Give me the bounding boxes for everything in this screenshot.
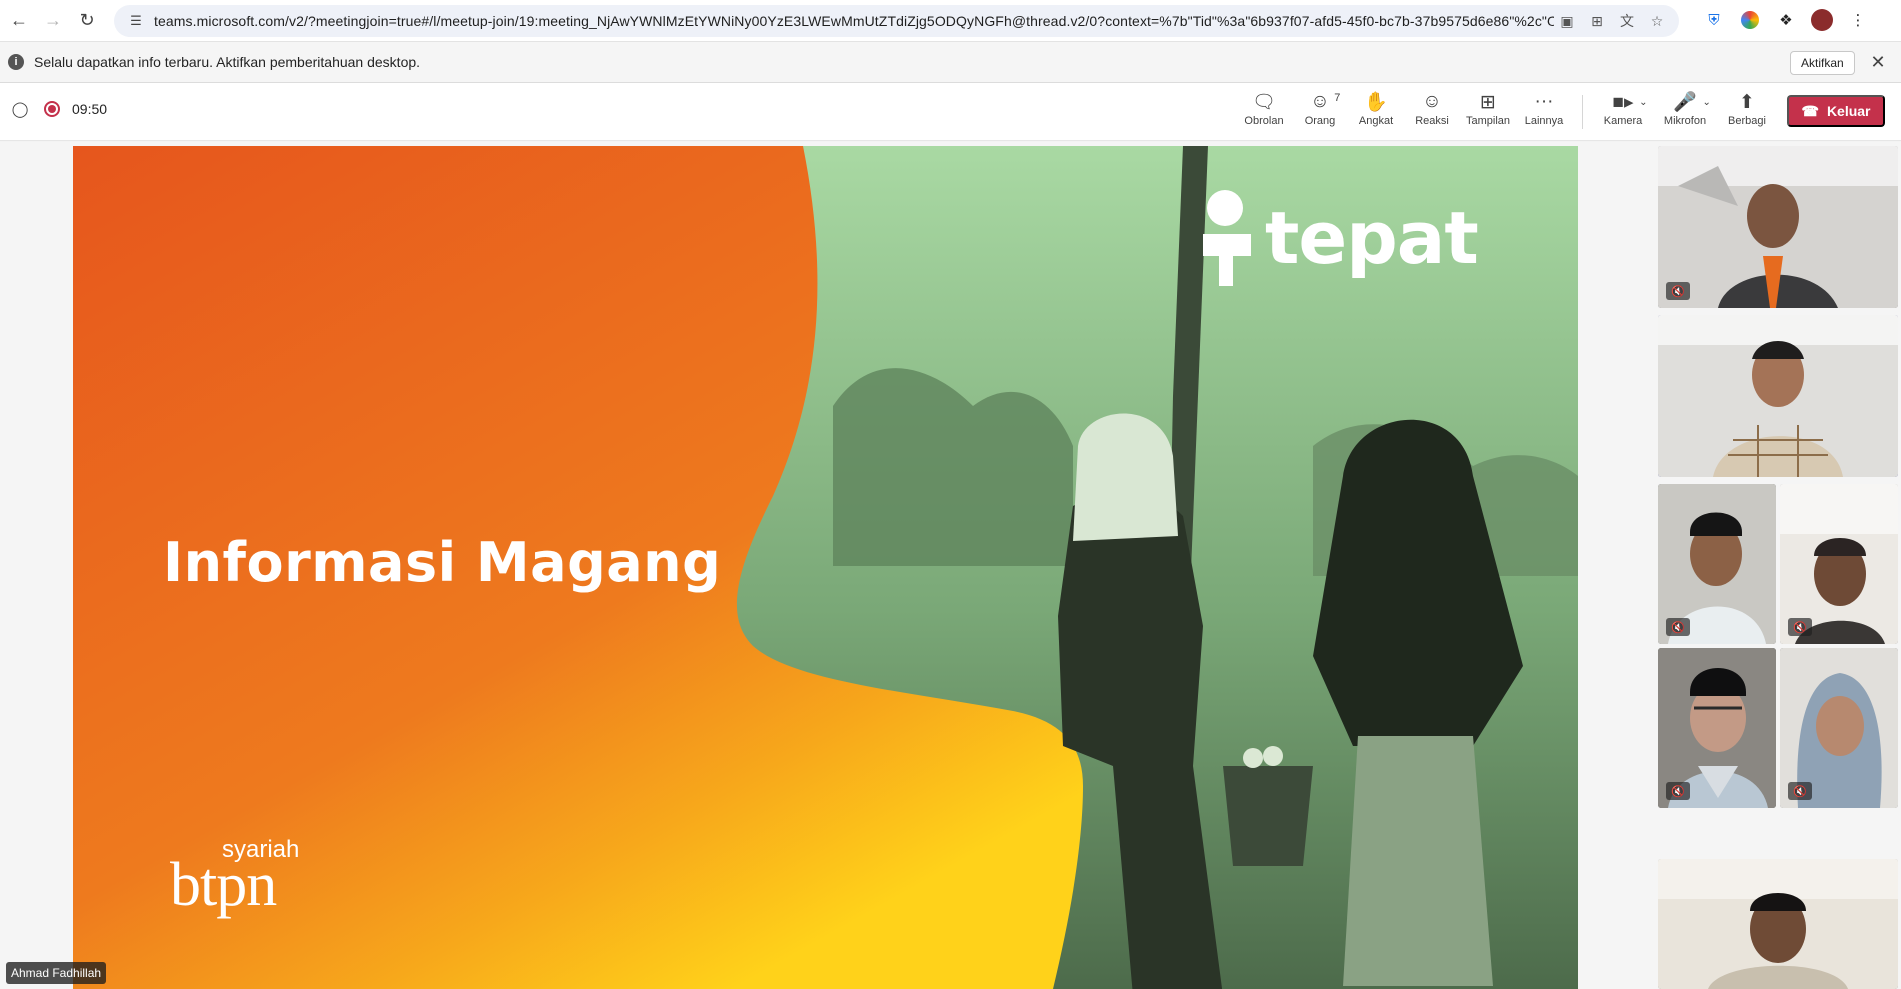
desktop-notification-bar: i Selalu dapatkan info terbaru. Aktifkan… — [0, 42, 1901, 83]
participant-tile[interactable]: 🔇 — [1658, 146, 1898, 308]
url-text[interactable]: teams.microsoft.com/v2/?meetingjoin=true… — [154, 13, 1554, 29]
view-icon: ⊞ — [1480, 91, 1496, 113]
close-icon[interactable]: ✕ — [1866, 50, 1890, 74]
participant-video — [1658, 315, 1898, 477]
bookmark-star-icon[interactable]: ☆ — [1645, 9, 1669, 33]
meeting-timer: 09:50 — [72, 101, 108, 117]
camera-icon: ■▸ ⌄ — [1612, 91, 1648, 113]
participant-video — [1658, 859, 1898, 989]
meeting-toolbar: ◯ 09:50 🗨 Obrolan ☺ 7 Orang ✋ Angkat ☺ Re… — [0, 83, 1901, 141]
share-icon: ⬆ — [1739, 91, 1755, 113]
mic-off-icon: 🔇 — [1788, 782, 1812, 800]
mic-off-icon: 🎤 ⌄ — [1673, 92, 1711, 113]
meeting-stage: Informasi Magang syariah btpn tepat Ahma… — [0, 142, 1901, 989]
chevron-down-icon[interactable]: ⌄ — [1702, 97, 1710, 108]
view-button[interactable]: ⊞ Tampilan — [1460, 89, 1516, 135]
slide-title: Informasi Magang — [163, 531, 722, 594]
people-count: 7 — [1334, 92, 1341, 104]
browser-menu-icon[interactable]: ⋮ — [1844, 6, 1872, 34]
participant-tile[interactable]: 🔇 — [1658, 484, 1776, 644]
camera-label: Kamera — [1603, 115, 1643, 127]
participant-tile[interactable]: 🔇 — [1780, 484, 1898, 644]
chat-icon: 🗨 — [1251, 92, 1277, 113]
reaction-button[interactable]: ☺ Reaksi — [1404, 89, 1460, 135]
forward-icon[interactable]: → — [38, 6, 68, 36]
phone-hangup-icon: ☎ — [1801, 102, 1819, 119]
mic-off-icon: 🔇 — [1788, 618, 1812, 636]
share-label: Berbagi — [1728, 115, 1766, 127]
extension-color-icon[interactable] — [1741, 11, 1759, 29]
people-button[interactable]: ☺ 7 Orang — [1292, 89, 1348, 135]
more-icon: ··· — [1534, 91, 1554, 112]
profile-avatar[interactable] — [1811, 9, 1833, 31]
raise-hand-icon: ✋ — [1364, 92, 1388, 113]
enable-notifications-button[interactable]: Aktifkan — [1790, 51, 1855, 75]
mic-off-icon: 🔇 — [1666, 618, 1690, 636]
translate-icon[interactable]: 文 — [1615, 9, 1639, 33]
notification-message: Selalu dapatkan info terbaru. Aktifkan p… — [34, 54, 421, 70]
extensions-puzzle-icon[interactable]: ❖ — [1772, 6, 1800, 34]
reload-icon[interactable]: ↻ — [72, 6, 102, 36]
raise-hand-label: Angkat — [1358, 115, 1394, 127]
back-icon[interactable]: ← — [4, 6, 34, 36]
install-app-icon[interactable]: ⊞ — [1585, 9, 1609, 33]
info-icon: i — [8, 54, 24, 70]
chat-button[interactable]: 🗨 Obrolan — [1236, 89, 1292, 135]
view-label: Tampilan — [1465, 115, 1511, 127]
toolbar-divider — [1582, 95, 1583, 129]
chat-label: Obrolan — [1244, 115, 1284, 127]
recording-icon — [44, 101, 60, 117]
shield-icon[interactable]: ◯ — [12, 100, 29, 118]
participant-video — [1658, 146, 1898, 308]
brand-main: btpn — [170, 851, 277, 919]
mic-off-icon: 🔇 — [1666, 782, 1690, 800]
leave-label: Keluar — [1826, 103, 1871, 119]
microphone-button[interactable]: 🎤 ⌄ Mikrofon — [1654, 89, 1716, 135]
participant-tile-active-speaker[interactable] — [1658, 315, 1898, 477]
address-bar[interactable]: ☰ teams.microsoft.com/v2/?meetingjoin=tr… — [114, 5, 1679, 37]
microphone-label: Mikrofon — [1663, 115, 1707, 127]
browser-toolbar: ← → ↻ ☰ teams.microsoft.com/v2/?meetingj… — [0, 0, 1901, 42]
camera-button[interactable]: ■▸ ⌄ Kamera — [1592, 89, 1654, 135]
more-label: Lainnya — [1524, 115, 1564, 127]
participant-tile[interactable] — [1658, 859, 1898, 989]
participant-tile[interactable]: 🔇 — [1780, 648, 1898, 808]
leave-button[interactable]: ☎ Keluar — [1787, 95, 1885, 127]
reaction-label: Reaksi — [1415, 115, 1449, 127]
mic-off-icon: 🔇 — [1666, 282, 1690, 300]
camera-blocked-icon[interactable]: ▣ — [1555, 9, 1579, 33]
participant-tile[interactable]: 🔇 — [1658, 648, 1776, 808]
raise-hand-button[interactable]: ✋ Angkat — [1348, 89, 1404, 135]
shared-screen-slide: Informasi Magang syariah btpn tepat — [73, 146, 1578, 989]
chevron-down-icon[interactable]: ⌄ — [1639, 97, 1647, 108]
site-info-icon[interactable]: ☰ — [124, 9, 148, 33]
reaction-icon: ☺ — [1422, 91, 1442, 112]
share-button[interactable]: ⬆ Berbagi — [1716, 89, 1778, 135]
presenter-name-tag: Ahmad Fadhillah — [6, 962, 107, 984]
tepat-wordmark: tepat — [1265, 196, 1479, 280]
extension-shield-icon[interactable]: ⛨ — [1700, 6, 1728, 34]
more-button[interactable]: ··· Lainnya — [1516, 89, 1572, 135]
people-label: Orang — [1304, 115, 1336, 127]
people-icon: ☺ 7 — [1310, 91, 1341, 112]
tepat-person-icon — [1203, 190, 1251, 286]
